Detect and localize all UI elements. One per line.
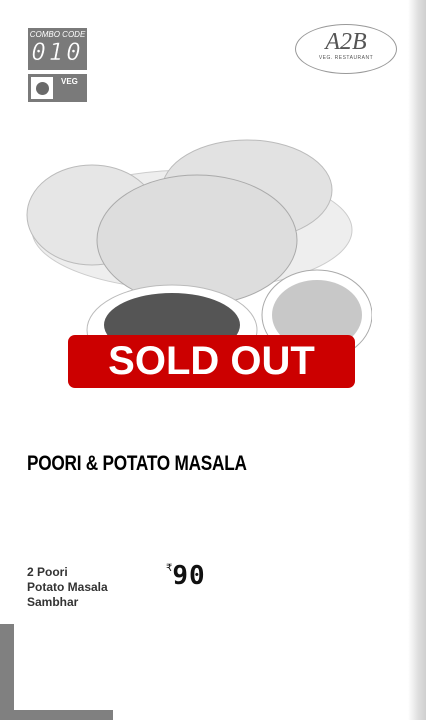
item-title: POORI & POTATO MASALA — [27, 452, 247, 475]
item-price: ₹90 — [166, 563, 206, 589]
item-components: 2 Poori Potato Masala Sambhar — [27, 565, 108, 610]
corner-bar-horizontal — [0, 710, 113, 720]
veg-label: VEG — [61, 77, 78, 86]
component-item: Potato Masala — [27, 580, 108, 594]
logo-mark: A2B — [325, 29, 367, 55]
corner-bar-vertical — [0, 624, 14, 720]
logo-subtitle: VEG. RESTAURANT — [318, 55, 374, 61]
veg-badge: VEG — [28, 74, 87, 102]
combo-code-value: 010 — [31, 38, 84, 66]
sold-out-banner: SOLD OUT — [68, 335, 355, 388]
right-edge-shadow — [408, 0, 426, 720]
component-item: 2 Poori — [27, 565, 68, 579]
combo-code-badge: COMBO CODE 010 — [28, 28, 87, 70]
component-item: Sambhar — [27, 595, 79, 609]
restaurant-logo: A2B VEG. RESTAURANT — [295, 24, 397, 74]
price-value: 90 — [172, 561, 206, 591]
veg-icon — [31, 77, 53, 99]
